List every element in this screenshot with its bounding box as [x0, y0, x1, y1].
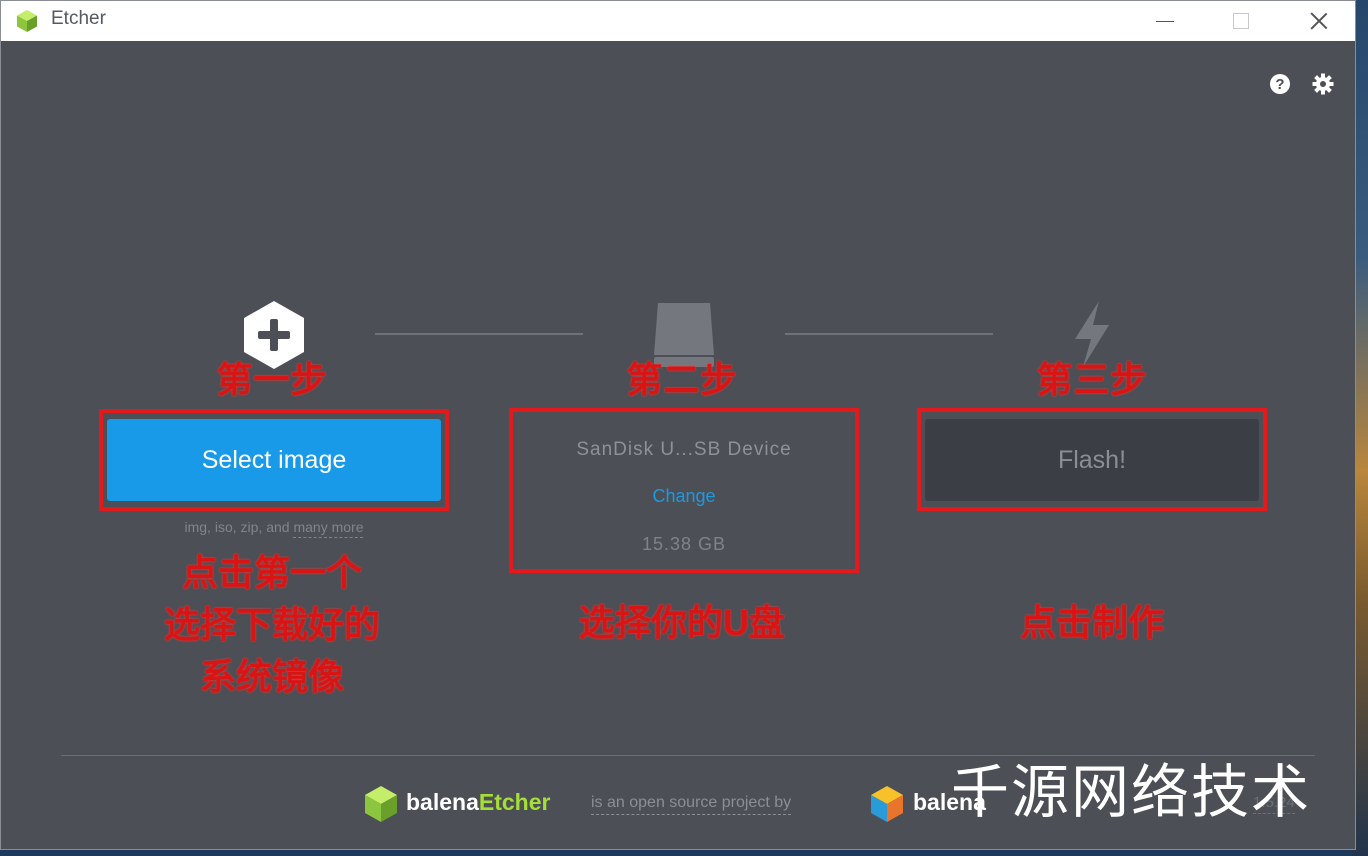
minimize-icon[interactable]: [1150, 9, 1180, 33]
brand-suffix: Etcher: [478, 789, 551, 815]
formats-text: img, iso, zip, and: [184, 519, 290, 535]
step-2-label: 第二步: [626, 359, 738, 400]
gear-icon[interactable]: [1312, 73, 1334, 95]
select-image-button[interactable]: Select image: [107, 419, 441, 501]
brand-prefix: balena: [406, 789, 479, 815]
annotation-step-1: 点击第一个 选择下载好的 系统镜像: [117, 547, 427, 703]
title-bar: Etcher: [1, 1, 1355, 41]
etcher-window: Etcher ? 第一步 第二步 第三步 Select image img, i…: [0, 0, 1356, 850]
svg-text:?: ?: [1275, 76, 1284, 93]
watermark-text: 千源网络技术: [951, 758, 1312, 826]
step-connector: [785, 333, 993, 335]
formats-more-link[interactable]: many more: [293, 519, 364, 538]
annotation-step-2: 选择你的U盘: [579, 602, 785, 643]
step-1-label: 第一步: [216, 359, 328, 400]
open-source-link[interactable]: is an open source project by: [591, 794, 792, 815]
drive-name: SanDisk U...SB Device: [576, 439, 792, 460]
step-connector: [375, 333, 583, 335]
etcher-logo-icon[interactable]: [363, 785, 399, 823]
close-icon[interactable]: [1304, 9, 1334, 33]
step-3-label: 第三步: [1036, 359, 1148, 400]
main-content: ? 第一步 第二步 第三步 Select image img, iso, zip…: [7, 41, 1355, 849]
help-icon[interactable]: ?: [1269, 73, 1291, 95]
window-title: Etcher: [51, 8, 106, 29]
balena-logo-icon[interactable]: [869, 785, 905, 823]
annotation-line: 系统镜像: [199, 656, 344, 697]
open-source-text: is an open source project by: [591, 794, 792, 815]
annotation-line: 选择下载好的: [163, 604, 380, 645]
flash-button[interactable]: Flash!: [925, 419, 1259, 501]
change-drive-link[interactable]: Change: [517, 486, 851, 507]
maximize-icon[interactable]: [1226, 9, 1256, 33]
etcher-logo-icon: [17, 10, 37, 32]
supported-formats: img, iso, zip, and many more: [107, 519, 441, 538]
annotation-line: 点击第一个: [181, 552, 362, 593]
drive-size: 15.38 GB: [641, 534, 727, 554]
annotation-step-3: 点击制作: [1019, 602, 1164, 643]
balena-etcher-brand[interactable]: balenaEtcher: [406, 789, 550, 816]
